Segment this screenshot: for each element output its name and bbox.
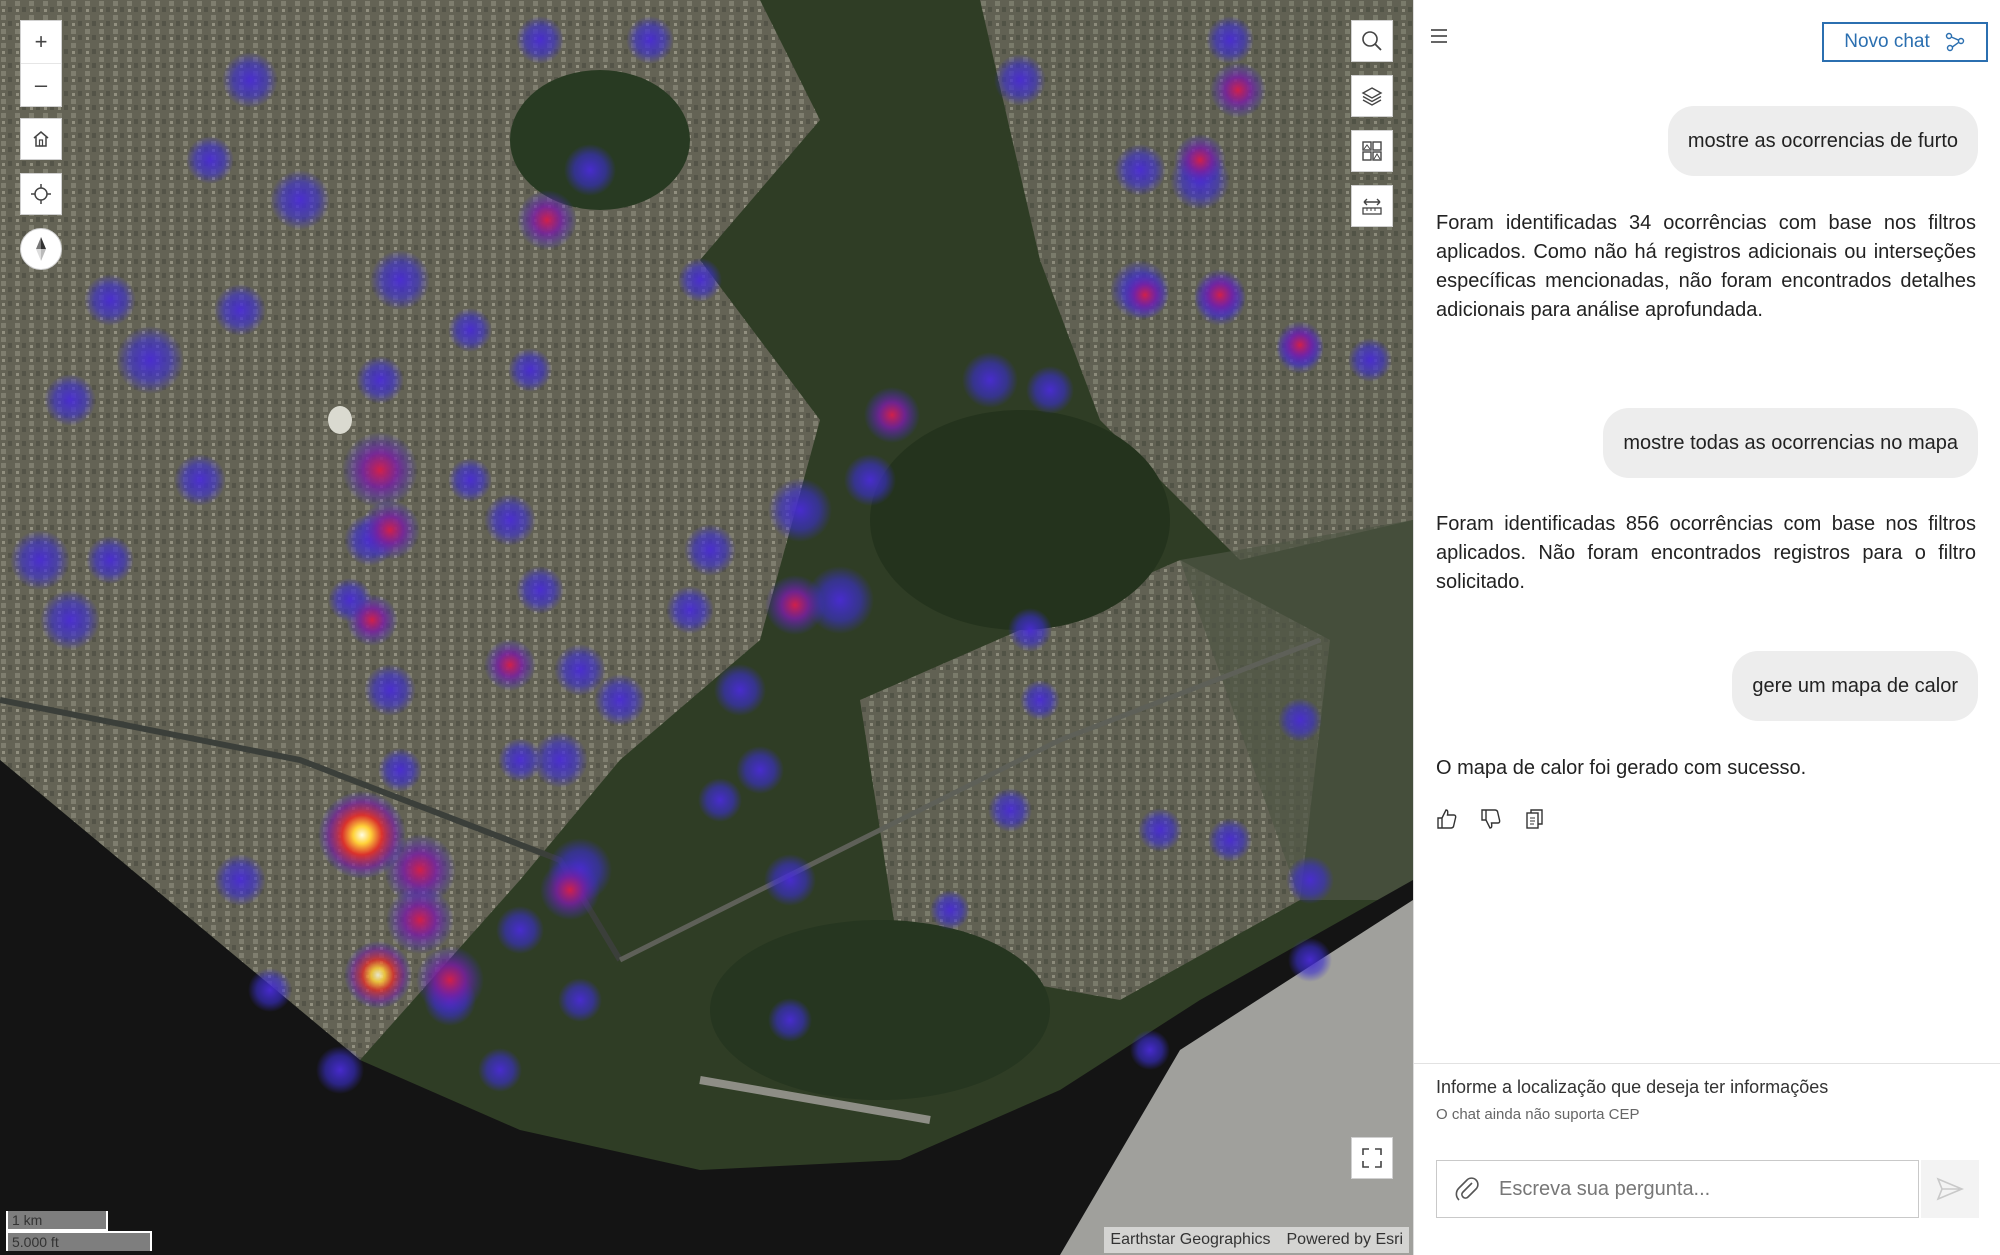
map-attribution: Earthstar Geographics Powered by Esri — [1104, 1227, 1409, 1253]
locate-button[interactable] — [20, 173, 62, 215]
assistant-message: O mapa de calor foi gerado com sucesso. — [1436, 757, 1807, 779]
attribution-source[interactable]: Earthstar Geographics — [1110, 1231, 1270, 1249]
new-chat-label: Novo chat — [1844, 31, 1930, 52]
message-actions — [1436, 808, 1546, 830]
chat-panel: Novo chat mostre as ocorrencias de furto… — [1413, 0, 2000, 1255]
map-view[interactable]: + – 1 km 5.000 ft Earthstar Geographics … — [0, 0, 1413, 1255]
thumbs-down-icon — [1481, 809, 1501, 829]
compass-button[interactable] — [20, 228, 62, 270]
measure-button[interactable] — [1351, 185, 1393, 227]
zoom-out-button[interactable]: – — [21, 63, 61, 106]
attribution-powered-by[interactable]: Powered by Esri — [1287, 1231, 1404, 1249]
divider — [1414, 1063, 2000, 1064]
satellite-basemap — [0, 0, 1413, 1255]
home-button[interactable] — [20, 118, 62, 160]
assistant-message: Foram identificadas 856 ocorrências com … — [1436, 513, 1976, 593]
layers-icon — [1361, 87, 1383, 106]
question-input-box — [1436, 1160, 1919, 1218]
menu-icon — [1431, 29, 1447, 43]
home-icon — [33, 131, 49, 147]
question-input[interactable] — [1497, 1176, 1918, 1202]
copy-button[interactable] — [1524, 808, 1546, 830]
thumbs-up-icon — [1437, 809, 1457, 829]
send-icon — [1936, 1177, 1964, 1201]
thumbs-up-button[interactable] — [1436, 808, 1458, 830]
locate-icon — [31, 184, 51, 204]
search-button[interactable] — [1351, 20, 1393, 62]
new-chat-button[interactable]: Novo chat — [1822, 22, 1988, 62]
layers-button[interactable] — [1351, 75, 1393, 117]
fullscreen-button[interactable] — [1351, 1137, 1393, 1179]
paperclip-icon — [1455, 1177, 1479, 1201]
zoom-in-button[interactable]: + — [21, 21, 61, 63]
cep-notice: O chat ainda não suporta CEP — [1436, 1106, 1640, 1123]
basemap-gallery-button[interactable] — [1351, 130, 1393, 172]
thumbs-down-button[interactable] — [1480, 808, 1502, 830]
measure-icon — [1362, 198, 1382, 215]
user-message: mostre as ocorrencias de furto — [1667, 106, 1978, 176]
fullscreen-icon — [1362, 1148, 1382, 1168]
user-message: gere um mapa de calor — [1732, 651, 1978, 721]
send-button[interactable] — [1921, 1160, 1979, 1218]
new-chat-icon — [1945, 32, 1964, 52]
basemap-gallery-icon — [1362, 141, 1382, 161]
search-icon — [1362, 31, 1382, 51]
copy-icon — [1526, 809, 1543, 829]
scale-metric: 1 km — [6, 1211, 108, 1231]
zoom-control: + – — [20, 20, 62, 107]
assistant-message: Foram identificadas 34 ocorrências com b… — [1436, 212, 1976, 321]
location-hint: Informe a localização que deseja ter inf… — [1436, 1077, 1829, 1097]
attach-button[interactable] — [1437, 1175, 1497, 1203]
scale-imperial: 5.000 ft — [6, 1231, 152, 1251]
menu-button[interactable] — [1430, 24, 1448, 50]
user-message: mostre todas as ocorrencias no mapa — [1603, 408, 1978, 478]
scale-bar: 1 km 5.000 ft — [6, 1211, 152, 1251]
compass-icon — [36, 237, 46, 261]
